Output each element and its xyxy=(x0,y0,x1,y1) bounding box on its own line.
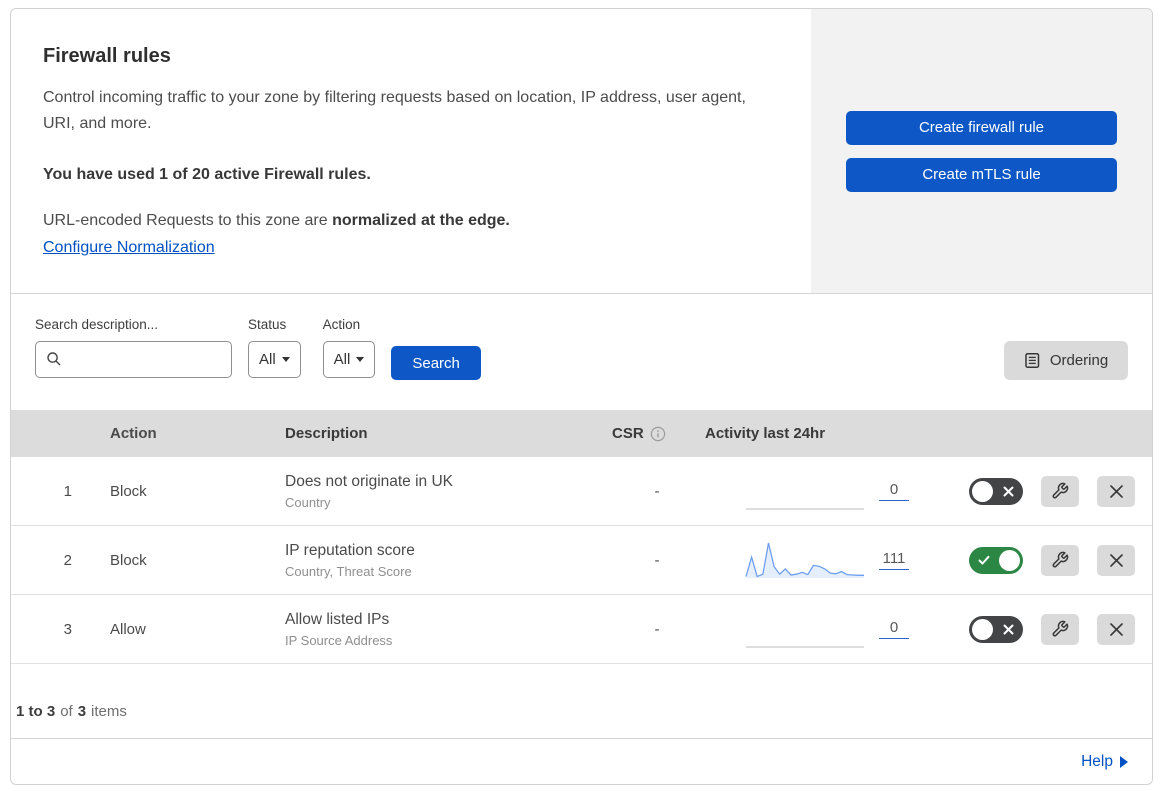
help-link[interactable]: Help xyxy=(1081,753,1128,771)
filter-bar: Search description... Status All Action … xyxy=(11,294,1152,410)
edit-rule-button[interactable] xyxy=(1041,613,1079,645)
status-selected-value: All xyxy=(259,351,276,368)
status-select[interactable]: All xyxy=(248,341,301,378)
rule-priority: 1 xyxy=(63,482,72,500)
pagination-summary: 1 to 3 of 3 items xyxy=(11,664,1152,735)
help-label: Help xyxy=(1081,752,1113,770)
of-text: of xyxy=(60,703,73,720)
table-row: 3 Allow Allow listed IPs IP Source Addre… xyxy=(11,595,1152,664)
edit-rule-button[interactable] xyxy=(1041,544,1079,576)
activity-count-link[interactable]: 0 xyxy=(879,481,909,501)
header-section: Firewall rules Control incoming traffic … xyxy=(11,9,1152,294)
search-input[interactable] xyxy=(35,341,232,378)
create-firewall-rule-button[interactable]: Create firewall rule xyxy=(846,110,1117,145)
status-label: Status xyxy=(248,317,287,332)
search-icon xyxy=(47,352,61,366)
delete-rule-button[interactable] xyxy=(1097,613,1135,645)
toggle-off-x-icon xyxy=(1003,624,1014,634)
delete-rule-button[interactable] xyxy=(1097,475,1135,507)
rule-criteria: Country, Threat Score xyxy=(285,563,412,579)
csr-header-label: CSR xyxy=(612,425,644,442)
activity-count-link[interactable]: 111 xyxy=(879,550,909,570)
table-row: 1 Block Does not originate in UK Country… xyxy=(11,457,1152,526)
ordering-list-icon xyxy=(1025,353,1040,368)
normalization-bold: normalized at the edge. xyxy=(332,211,510,229)
rule-csr-value: - xyxy=(654,482,660,500)
help-bar: Help xyxy=(11,738,1152,784)
activity-count-link[interactable]: 0 xyxy=(879,619,909,639)
search-input-wrapper xyxy=(35,341,232,378)
wrench-icon xyxy=(1052,551,1069,568)
items-text: items xyxy=(91,703,127,720)
rule-csr-value: - xyxy=(654,551,660,569)
rules-table: Action Description CSR Activity last 24h… xyxy=(11,410,1152,664)
column-csr: CSR xyxy=(612,425,702,442)
rule-action: Allow xyxy=(110,620,146,638)
close-icon xyxy=(1109,553,1123,567)
create-mtls-rule-button[interactable]: Create mTLS rule xyxy=(846,157,1117,192)
ordering-button-label: Ordering xyxy=(1049,352,1109,369)
toggle-on-check-icon xyxy=(978,555,990,564)
firewall-rules-card: Firewall rules Control incoming traffic … xyxy=(10,8,1153,785)
toggle-knob xyxy=(999,549,1020,571)
chevron-down-icon xyxy=(356,357,365,362)
column-action: Action xyxy=(110,425,157,442)
normalization-prefix: URL-encoded Requests to this zone are xyxy=(43,211,333,229)
rule-description: Allow listed IPs xyxy=(285,610,390,628)
rule-csr-value: - xyxy=(654,620,660,638)
table-header-row: Action Description CSR Activity last 24h… xyxy=(11,410,1152,457)
chevron-down-icon xyxy=(281,357,290,362)
search-label: Search description... xyxy=(35,317,159,332)
toggle-knob xyxy=(972,480,993,502)
header-text-block: Firewall rules Control incoming traffic … xyxy=(11,9,811,293)
action-label: Action xyxy=(322,317,361,332)
rule-description: Does not originate in UK xyxy=(285,472,454,490)
usage-summary: You have used 1 of 20 active Firewall ru… xyxy=(43,165,371,183)
rule-priority: 2 xyxy=(63,551,72,569)
search-button[interactable]: Search xyxy=(391,346,481,380)
activity-sparkline xyxy=(746,646,864,648)
search-group: Search description... xyxy=(35,317,232,378)
status-filter-group: Status All xyxy=(248,317,301,378)
rule-action: Block xyxy=(110,551,147,569)
activity-sparkline xyxy=(746,508,864,510)
actions-panel: Create firewall rule Create mTLS rule xyxy=(811,9,1152,293)
rule-enabled-toggle[interactable] xyxy=(969,546,1023,574)
toggle-knob xyxy=(972,618,993,640)
close-icon xyxy=(1109,484,1123,498)
page-title: Firewall rules xyxy=(43,45,171,67)
action-selected-value: All xyxy=(333,351,351,368)
rule-criteria: IP Source Address xyxy=(285,632,393,648)
total-count: 3 xyxy=(77,703,87,720)
normalization-note: URL-encoded Requests to this zone are no… xyxy=(43,212,771,230)
rule-description: IP reputation score xyxy=(285,541,415,559)
close-icon xyxy=(1109,622,1123,636)
rule-priority: 3 xyxy=(63,620,72,638)
table-row: 2 Block IP reputation score Country, Thr… xyxy=(11,526,1152,595)
chevron-right-icon xyxy=(1120,755,1128,768)
configure-normalization-link[interactable]: Configure Normalization xyxy=(43,239,215,257)
edit-rule-button[interactable] xyxy=(1041,475,1079,507)
action-filter-group: Action All xyxy=(322,317,376,378)
info-icon[interactable] xyxy=(650,426,666,442)
wrench-icon xyxy=(1052,482,1069,499)
wrench-icon xyxy=(1052,620,1069,637)
column-description: Description xyxy=(285,425,368,442)
rule-action: Block xyxy=(110,482,147,500)
rule-criteria: Country xyxy=(285,494,331,510)
range-text: 1 to 3 xyxy=(16,703,56,720)
ordering-button[interactable]: Ordering xyxy=(1004,341,1128,380)
rule-enabled-toggle[interactable] xyxy=(969,477,1023,505)
action-select[interactable]: All xyxy=(322,341,376,378)
page-description: Control incoming traffic to your zone by… xyxy=(43,89,746,132)
toggle-off-x-icon xyxy=(1003,486,1014,496)
activity-sparkline xyxy=(745,542,864,578)
column-activity: Activity last 24hr xyxy=(705,425,826,442)
rule-enabled-toggle[interactable] xyxy=(969,615,1023,643)
delete-rule-button[interactable] xyxy=(1097,544,1135,576)
